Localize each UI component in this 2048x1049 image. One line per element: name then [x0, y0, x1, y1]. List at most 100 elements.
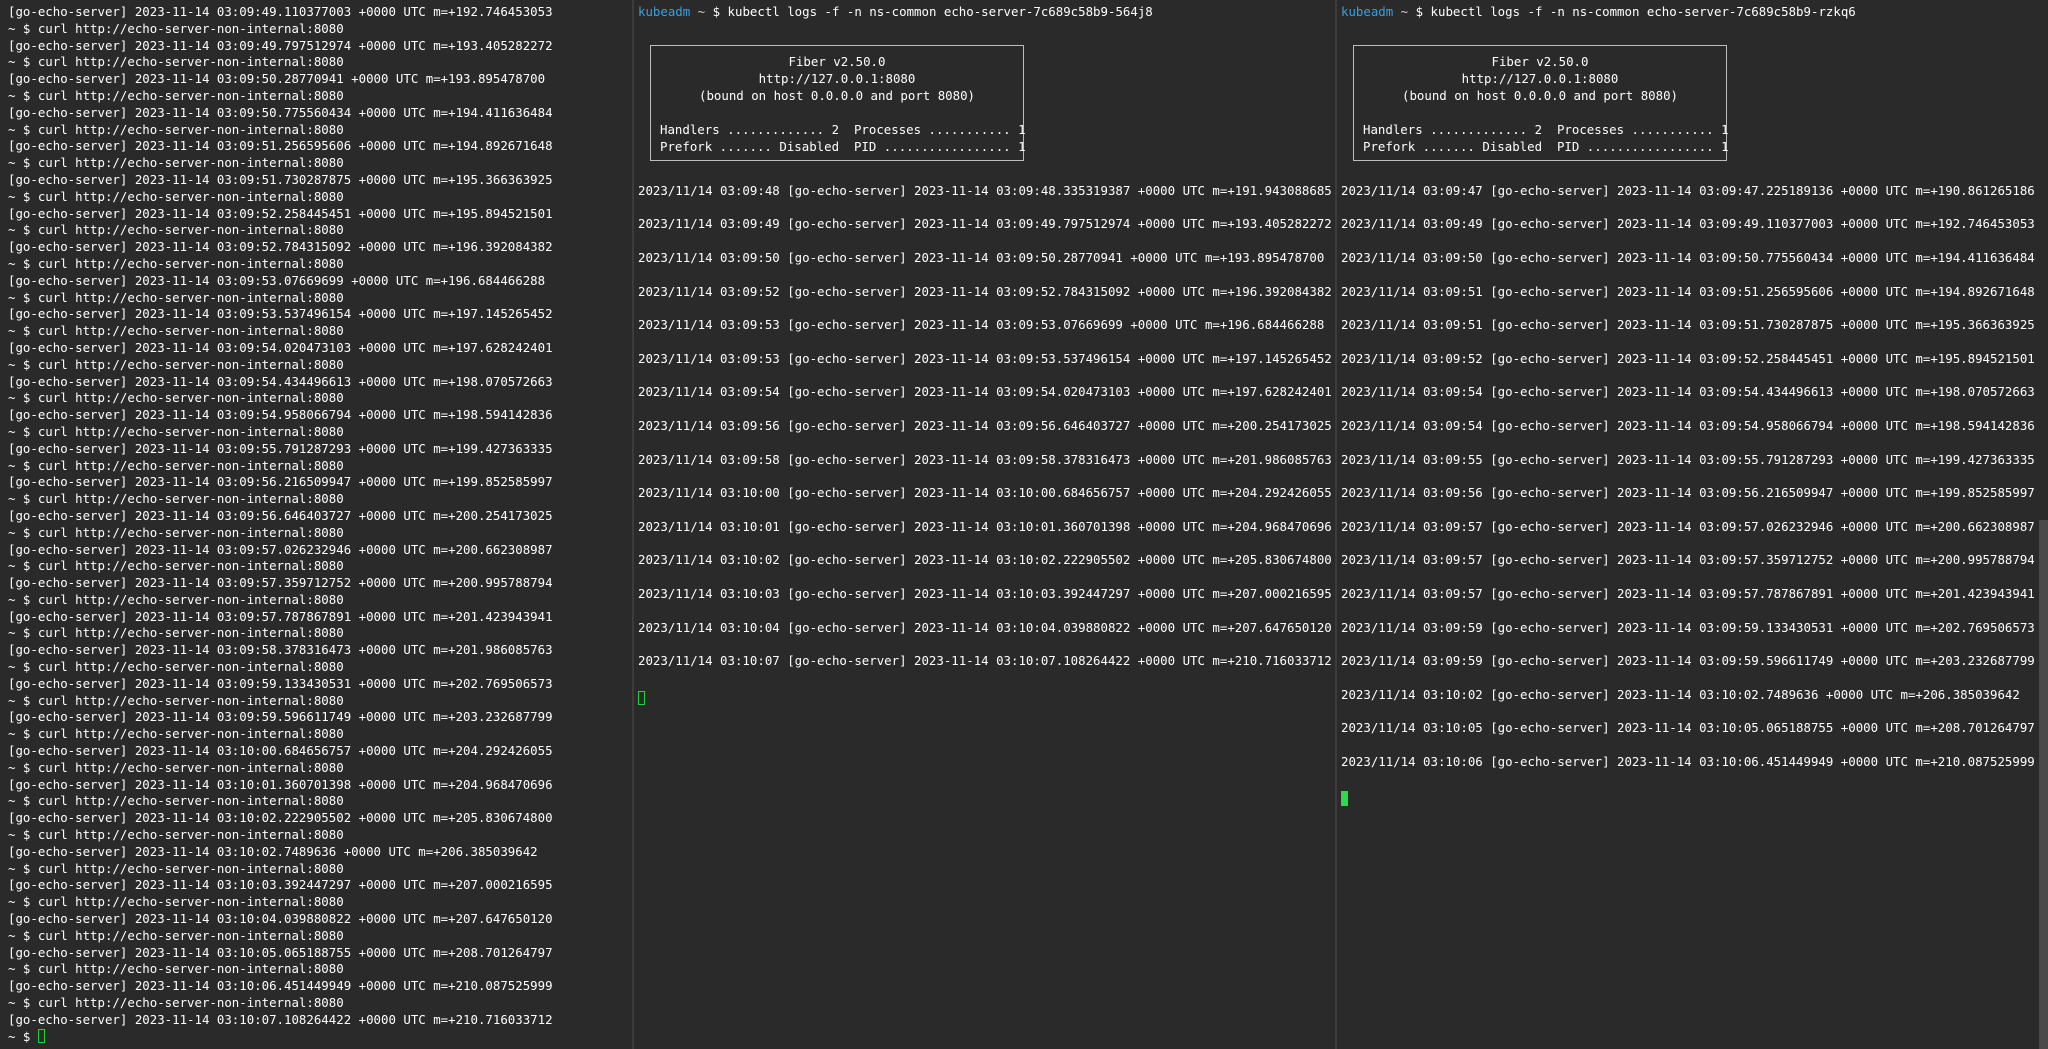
- output-line: ~ $ curl http://echo-server-non-internal…: [8, 457, 344, 473]
- output-line: [go-echo-server] 2023-11-14 03:09:57.787…: [8, 608, 553, 624]
- log-line: 2023/11/14 03:10:01 [go-echo-server] 202…: [638, 518, 1332, 534]
- banner-url: http://127.0.0.1:8080: [1461, 70, 1619, 86]
- cursor-icon: [37, 1028, 45, 1043]
- log-line: 2023/11/14 03:09:49 [go-echo-server] 202…: [638, 216, 1332, 232]
- output-line: [go-echo-server] 2023-11-14 03:09:54.020…: [8, 339, 553, 355]
- left-pane-output: [go-echo-server] 2023-11-14 03:09:49.110…: [8, 4, 553, 1045]
- log-line: 2023/11/14 03:09:52 [go-echo-server] 202…: [638, 283, 1332, 299]
- banner-title: Fiber v2.50.0: [788, 53, 886, 69]
- output-line: [go-echo-server] 2023-11-14 03:09:53.076…: [8, 272, 546, 288]
- prompt-line[interactable]: ~ $: [8, 1028, 553, 1046]
- output-line: ~ $ curl http://echo-server-non-internal…: [8, 659, 344, 675]
- right-pane-output: kubeadm ~ $ kubectl logs -f -n ns-common…: [1341, 4, 2035, 811]
- output-line: ~ $ curl http://echo-server-non-internal…: [8, 491, 344, 507]
- banner-title: Fiber v2.50.0: [1491, 53, 1589, 69]
- output-line: [go-echo-server] 2023-11-14 03:09:49.110…: [8, 4, 553, 19]
- cursor-icon: [638, 690, 645, 705]
- output-line: ~ $ curl http://echo-server-non-internal…: [8, 356, 344, 372]
- fiber-banner: Fiber v2.50.0 http://127.0.0.1:8080 (bou…: [1353, 44, 1729, 161]
- output-line: [go-echo-server] 2023-11-14 03:10:03.392…: [8, 877, 553, 893]
- output-line: ~ $ curl http://echo-server-non-internal…: [8, 423, 344, 439]
- output-line: [go-echo-server] 2023-11-14 03:09:54.958…: [8, 407, 553, 423]
- output-line: [go-echo-server] 2023-11-14 03:09:57.359…: [8, 575, 553, 591]
- output-line: [go-echo-server] 2023-11-14 03:09:56.216…: [8, 474, 553, 490]
- middle-pane-output: kubeadm ~ $ kubectl logs -f -n ns-common…: [638, 4, 1332, 711]
- log-line: 2023/11/14 03:09:57 [go-echo-server] 202…: [1341, 518, 2035, 534]
- output-line: [go-echo-server] 2023-11-14 03:09:57.026…: [8, 541, 553, 557]
- log-line: 2023/11/14 03:10:03 [go-echo-server] 202…: [638, 585, 1332, 601]
- output-line: ~ $ curl http://echo-server-non-internal…: [8, 289, 344, 305]
- output-line: ~ $ curl http://echo-server-non-internal…: [8, 155, 344, 171]
- output-line: ~ $ curl http://echo-server-non-internal…: [8, 121, 344, 137]
- output-line: ~ $ curl http://echo-server-non-internal…: [8, 860, 344, 876]
- log-line: 2023/11/14 03:09:53 [go-echo-server] 202…: [638, 317, 1325, 333]
- prompt-tilde: ~: [690, 4, 713, 19]
- log-list: 2023/11/14 03:09:47 [go-echo-server] 202…: [1341, 183, 2035, 788]
- output-line: [go-echo-server] 2023-11-14 03:10:00.684…: [8, 743, 553, 759]
- output-line: [go-echo-server] 2023-11-14 03:09:58.378…: [8, 642, 553, 658]
- output-line: [go-echo-server] 2023-11-14 03:10:01.360…: [8, 776, 553, 792]
- output-line: ~ $ curl http://echo-server-non-internal…: [8, 87, 344, 103]
- banner-stats-1: Handlers ............. 2 Processes .....…: [1363, 121, 1729, 137]
- log-line: 2023/11/14 03:09:57 [go-echo-server] 202…: [1341, 585, 2035, 601]
- terminal-pane-middle[interactable]: kubeadm ~ $ kubectl logs -f -n ns-common…: [634, 0, 1335, 1049]
- output-line: ~ $ curl http://echo-server-non-internal…: [8, 827, 344, 843]
- output-line: [go-echo-server] 2023-11-14 03:09:55.791…: [8, 440, 553, 456]
- log-line: 2023/11/14 03:09:58 [go-echo-server] 202…: [638, 451, 1332, 467]
- output-line: ~ $ curl http://echo-server-non-internal…: [8, 390, 344, 406]
- cursor-line[interactable]: [1341, 791, 2035, 811]
- log-line: 2023/11/14 03:10:06 [go-echo-server] 202…: [1341, 753, 2035, 769]
- log-line: 2023/11/14 03:09:52 [go-echo-server] 202…: [1341, 350, 2035, 366]
- output-line: [go-echo-server] 2023-11-14 03:09:53.537…: [8, 306, 553, 322]
- output-line: ~ $ curl http://echo-server-non-internal…: [8, 961, 344, 977]
- prompt-dollar: $: [1415, 4, 1431, 19]
- output-line: [go-echo-server] 2023-11-14 03:09:59.596…: [8, 709, 553, 725]
- prompt-text: ~ $: [8, 1028, 38, 1044]
- output-line: ~ $ curl http://echo-server-non-internal…: [8, 894, 344, 910]
- output-line: [go-echo-server] 2023-11-14 03:09:54.434…: [8, 373, 553, 389]
- output-line: [go-echo-server] 2023-11-14 03:10:06.451…: [8, 978, 553, 994]
- log-line: 2023/11/14 03:09:54 [go-echo-server] 202…: [1341, 417, 2035, 433]
- terminal-pane-right[interactable]: kubeadm ~ $ kubectl logs -f -n ns-common…: [1337, 0, 2048, 1049]
- prompt-user: kubeadm: [638, 4, 691, 19]
- output-line: [go-echo-server] 2023-11-14 03:09:49.797…: [8, 37, 553, 53]
- output-line: [go-echo-server] 2023-11-14 03:09:51.256…: [8, 138, 553, 154]
- output-line: [go-echo-server] 2023-11-14 03:10:05.065…: [8, 944, 553, 960]
- command-line: kubeadm ~ $ kubectl logs -f -n ns-common…: [638, 4, 1332, 21]
- output-line: ~ $ curl http://echo-server-non-internal…: [8, 188, 344, 204]
- banner-stats-2: Prefork ....... Disabled PID ...........…: [1363, 138, 1729, 154]
- cursor-icon: [1341, 791, 1348, 807]
- output-line: ~ $ curl http://echo-server-non-internal…: [8, 591, 344, 607]
- prompt-user: kubeadm: [1341, 4, 1394, 19]
- cursor-line[interactable]: [638, 690, 1332, 711]
- log-line: 2023/11/14 03:09:48 [go-echo-server] 202…: [638, 182, 1332, 198]
- banner-bound: (bound on host 0.0.0.0 and port 8080): [1401, 87, 1678, 103]
- banner-stats-2: Prefork ....... Disabled PID ...........…: [660, 138, 1026, 154]
- terminal-window: [go-echo-server] 2023-11-14 03:09:49.110…: [0, 0, 2048, 1049]
- log-line: 2023/11/14 03:09:56 [go-echo-server] 202…: [638, 417, 1332, 433]
- log-line: 2023/11/14 03:09:50 [go-echo-server] 202…: [1341, 249, 2035, 265]
- prompt-dollar: $: [712, 4, 728, 19]
- scrollbar[interactable]: [2039, 520, 2048, 1049]
- log-line: 2023/11/14 03:10:02 [go-echo-server] 202…: [638, 552, 1332, 568]
- output-line: ~ $ curl http://echo-server-non-internal…: [8, 524, 344, 540]
- log-line: 2023/11/14 03:09:54 [go-echo-server] 202…: [1341, 384, 2035, 400]
- output-line: [go-echo-server] 2023-11-14 03:09:50.287…: [8, 71, 546, 87]
- log-line: 2023/11/14 03:09:57 [go-echo-server] 202…: [1341, 552, 2035, 568]
- command-text: kubectl logs -f -n ns-common echo-server…: [1430, 4, 1856, 19]
- output-line: [go-echo-server] 2023-11-14 03:10:02.222…: [8, 810, 553, 826]
- log-line: 2023/11/14 03:09:59 [go-echo-server] 202…: [1341, 653, 2035, 669]
- output-line: [go-echo-server] 2023-11-14 03:10:02.748…: [8, 843, 538, 859]
- terminal-pane-left[interactable]: [go-echo-server] 2023-11-14 03:09:49.110…: [0, 0, 632, 1049]
- log-list: 2023/11/14 03:09:48 [go-echo-server] 202…: [638, 183, 1332, 687]
- output-line: ~ $ curl http://echo-server-non-internal…: [8, 692, 344, 708]
- log-line: 2023/11/14 03:09:55 [go-echo-server] 202…: [1341, 451, 2035, 467]
- output-line: ~ $ curl http://echo-server-non-internal…: [8, 625, 344, 641]
- output-line: [go-echo-server] 2023-11-14 03:09:51.730…: [8, 171, 553, 187]
- log-line: 2023/11/14 03:09:53 [go-echo-server] 202…: [638, 350, 1332, 366]
- log-line: 2023/11/14 03:09:56 [go-echo-server] 202…: [1341, 485, 2035, 501]
- log-line: 2023/11/14 03:09:49 [go-echo-server] 202…: [1341, 216, 2035, 232]
- log-line: 2023/11/14 03:09:51 [go-echo-server] 202…: [1341, 283, 2035, 299]
- output-line: ~ $ curl http://echo-server-non-internal…: [8, 726, 344, 742]
- output-line: [go-echo-server] 2023-11-14 03:10:07.108…: [8, 1011, 553, 1027]
